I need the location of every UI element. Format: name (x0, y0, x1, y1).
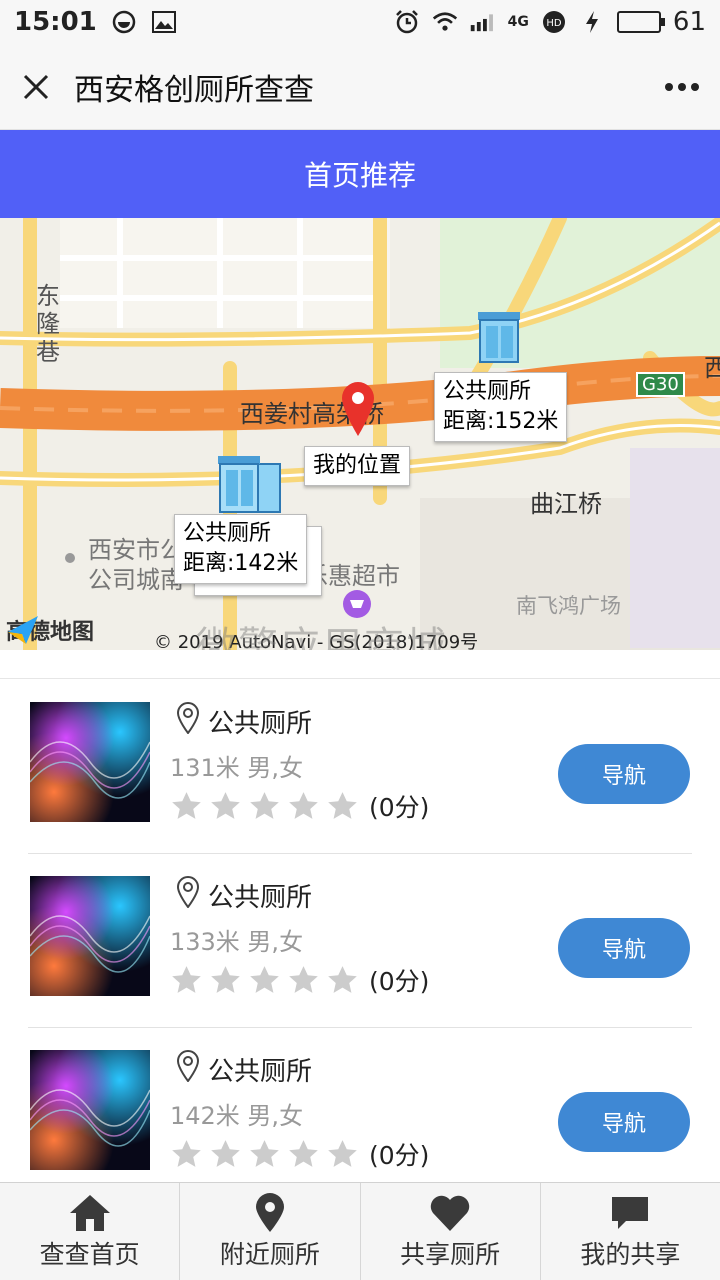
bottom-tab-bar: 查查首页 附近厕所 共享厕所 我的共享 (0, 1182, 720, 1280)
tab-home[interactable]: 查查首页 (0, 1183, 181, 1280)
star-icon (326, 1138, 359, 1171)
map-view[interactable]: 东 隆 巷 西姜村高架桥 曲江桥 西安市公 公司城南 乐惠超市 南飞鸿广场 西 … (0, 218, 720, 650)
amap-logo: 高德地图 (6, 614, 94, 646)
rating-score: (0分) (369, 967, 430, 996)
toilet-list-item[interactable]: 公共厕所 131米 男,女 (0分) 导航 (28, 680, 692, 854)
tab-shared[interactable]: 共享厕所 (361, 1183, 541, 1280)
toilet-name-row: 公共厕所 (176, 702, 312, 741)
amap-logo-icon (8, 616, 38, 644)
signal-icon (470, 9, 496, 35)
star-icon (326, 964, 359, 997)
map-label-edge: 西 (704, 354, 720, 382)
toilet-name: 公共厕所 (208, 883, 313, 913)
tab-label: 查查首页 (39, 1239, 140, 1269)
star-icon (170, 1138, 203, 1171)
status-time: 15:01 (14, 7, 97, 37)
tab-label: 我的共享 (580, 1239, 681, 1269)
toilet-thumbnail (30, 1050, 150, 1170)
tab-my-share[interactable]: 我的共享 (541, 1183, 720, 1280)
battery-icon (616, 11, 665, 33)
toilet-list-item[interactable]: 公共厕所 133米 男,女 (0分) 导航 (28, 854, 692, 1028)
star-icon (326, 790, 359, 823)
map-label-plaza: 南飞鸿广场 (516, 594, 621, 618)
map-label-company: 公司城南 (88, 566, 184, 594)
status-bar: 15:01 4G HD 61 (0, 0, 720, 44)
rating-stars: (0分) (170, 962, 429, 998)
tab-nearby[interactable]: 附近厕所 (180, 1183, 361, 1280)
page-title: 西安格创厕所查查 (74, 72, 314, 108)
recommend-banner[interactable]: 首页推荐 (0, 130, 720, 218)
star-icon (209, 1138, 242, 1171)
callout-label: 我的位置 (313, 453, 402, 478)
toilet-thumbnail (30, 702, 150, 822)
heart-icon (430, 1195, 470, 1231)
location-pin-icon (176, 702, 200, 741)
svg-text:HD: HD (546, 18, 562, 29)
toilet-distance-gender: 142米 男,女 (170, 1102, 304, 1130)
alarm-icon (394, 9, 420, 35)
toilet-callout[interactable]: 公共厕所 距离:152米 (434, 372, 568, 442)
home-icon (69, 1194, 110, 1231)
tab-label: 附近厕所 (219, 1239, 320, 1269)
banner-label: 首页推荐 (303, 159, 416, 192)
callout-distance: 距离:142米 (183, 551, 299, 576)
toilet-callout[interactable]: 公共厕所 距离:142米 (174, 514, 308, 584)
my-location-callout[interactable]: 我的位置 (304, 446, 411, 486)
toilet-name-row: 公共厕所 (176, 876, 312, 915)
star-icon (287, 1138, 320, 1171)
chat-icon (612, 1196, 649, 1229)
callout-name: 公共厕所 (443, 379, 532, 404)
callout-name: 公共厕所 (183, 521, 272, 546)
navigate-button[interactable]: 导航 (558, 918, 690, 978)
star-icon (248, 790, 281, 823)
star-list (170, 1138, 359, 1171)
star-icon (248, 964, 281, 997)
toilet-thumbnail (30, 876, 150, 996)
navigate-button[interactable]: 导航 (558, 744, 690, 804)
wifi-icon (432, 9, 458, 35)
divider (0, 678, 720, 679)
toilet-list-item[interactable]: 公共厕所 142米 男,女 (0分) 导航 (28, 1028, 692, 1202)
app-notification-icon (111, 9, 137, 35)
toilet-distance-gender: 133米 男,女 (170, 928, 304, 956)
tab-label: 共享厕所 (400, 1239, 501, 1269)
toilet-name: 公共厕所 (208, 1057, 313, 1087)
star-icon (209, 964, 242, 997)
toilet-list: 公共厕所 131米 男,女 (0分) 导航 公共厕所 133米 男,女 (0分)… (0, 680, 720, 1202)
map-label-bridge: 曲江桥 (530, 490, 602, 518)
star-icon (209, 790, 242, 823)
star-icon (170, 964, 203, 997)
charging-icon (579, 9, 605, 35)
battery-percent: 61 (672, 7, 706, 37)
star-icon (170, 790, 203, 823)
more-icon[interactable] (662, 67, 702, 107)
location-pin-icon (176, 1050, 200, 1089)
rating-score: (0分) (369, 1141, 430, 1170)
close-icon[interactable] (18, 69, 54, 105)
watermark: 微擎应用商城 (196, 624, 448, 650)
network-type: 4G (507, 14, 529, 30)
toilet-name-row: 公共厕所 (176, 1050, 312, 1089)
toilet-distance-gender: 131米 男,女 (170, 754, 304, 782)
rating-score: (0分) (369, 793, 430, 822)
location-pin-icon (176, 876, 200, 915)
star-list (170, 964, 359, 997)
rating-stars: (0分) (170, 788, 429, 824)
callout-distance: 距离:152米 (443, 409, 559, 434)
title-bar: 西安格创厕所查查 (0, 44, 720, 130)
image-notification-icon (151, 9, 177, 35)
map-label-street: 巷 (36, 338, 60, 366)
hd-icon: HD (541, 9, 567, 35)
star-list (170, 790, 359, 823)
rating-stars: (0分) (170, 1136, 429, 1172)
highway-shield: G30 (636, 372, 685, 397)
toilet-name: 公共厕所 (208, 709, 313, 739)
star-icon (287, 790, 320, 823)
star-icon (287, 964, 320, 997)
star-icon (248, 1138, 281, 1171)
location-pin-icon (255, 1192, 284, 1232)
navigate-button[interactable]: 导航 (558, 1092, 690, 1152)
